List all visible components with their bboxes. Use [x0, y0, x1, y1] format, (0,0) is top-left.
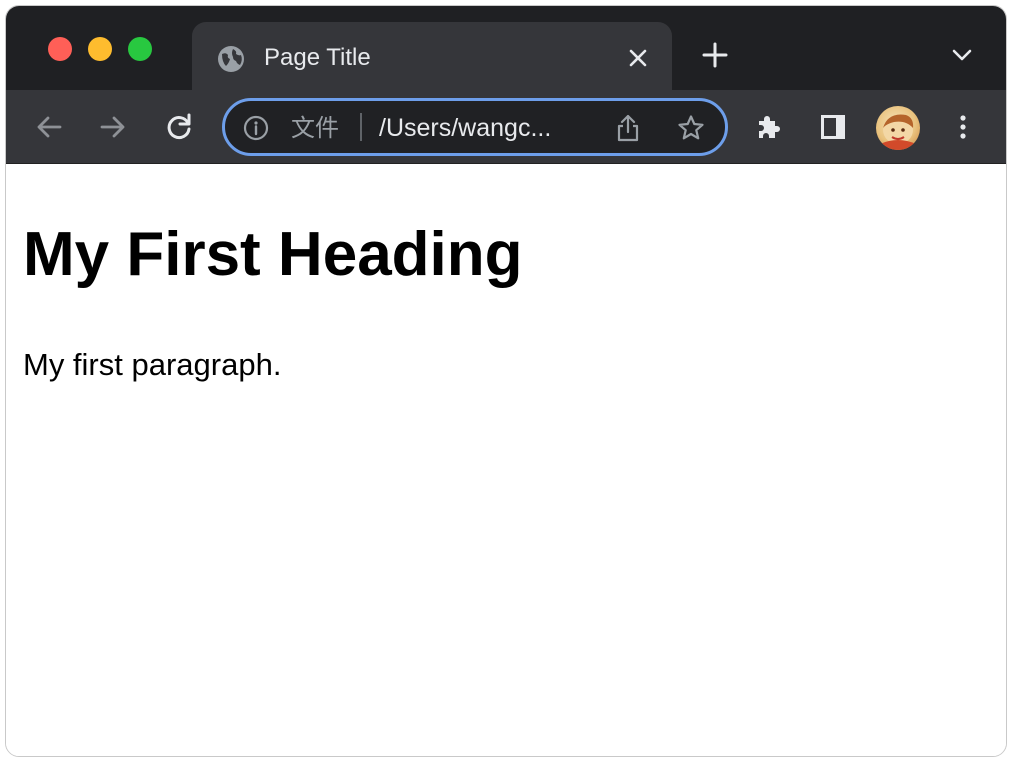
- back-arrow-icon[interactable]: [34, 112, 64, 142]
- browser-tab[interactable]: Page Title: [192, 22, 672, 92]
- close-tab-icon[interactable]: [626, 46, 650, 70]
- globe-favicon-icon: [218, 46, 244, 72]
- site-info-icon[interactable]: [243, 115, 269, 141]
- share-icon[interactable]: [615, 113, 641, 143]
- address-bar[interactable]: 文件 /Users/wangc...: [222, 98, 728, 156]
- zoom-window-icon[interactable]: [128, 37, 152, 61]
- url-text[interactable]: /Users/wangc...: [379, 113, 551, 143]
- browser-window: Page Title 文件 /Users/wangc... My First H…: [5, 5, 1007, 757]
- close-window-icon[interactable]: [48, 37, 72, 61]
- page-content: My First Heading My first paragraph.: [6, 165, 1006, 756]
- bookmark-star-icon[interactable]: [677, 114, 705, 142]
- tab-title: Page Title: [264, 44, 371, 71]
- tab-search-chevron-icon[interactable]: [950, 46, 974, 64]
- forward-arrow-icon[interactable]: [98, 112, 128, 142]
- tab-strip: Page Title: [6, 6, 1006, 92]
- new-tab-icon[interactable]: [702, 42, 728, 68]
- omnibox-separator: [360, 113, 362, 141]
- page-heading: My First Heading: [23, 220, 523, 289]
- toolbar: 文件 /Users/wangc...: [6, 90, 1006, 164]
- url-scheme-label: 文件: [291, 114, 339, 142]
- profile-avatar[interactable]: [876, 106, 920, 150]
- extensions-puzzle-icon[interactable]: [754, 112, 784, 142]
- side-panel-icon[interactable]: [818, 112, 848, 142]
- avatar-illustration-icon: [880, 114, 916, 150]
- minimize-window-icon[interactable]: [88, 37, 112, 61]
- page-paragraph: My first paragraph.: [23, 347, 282, 382]
- reload-icon[interactable]: [164, 112, 194, 142]
- more-menu-icon[interactable]: [948, 112, 978, 142]
